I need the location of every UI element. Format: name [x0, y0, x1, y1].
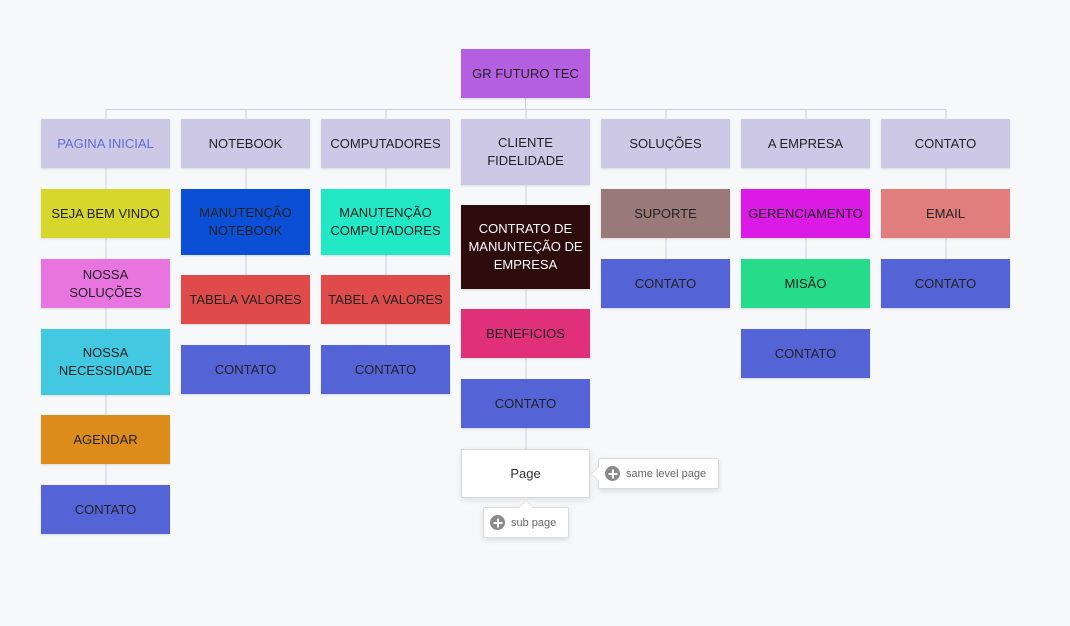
page-node-contato[interactable]: CONTATO [881, 259, 1010, 308]
page-node-contato-label: CONTATO [914, 275, 977, 291]
page-node-gerenciamento[interactable]: GERENCIAMENTO [741, 189, 870, 238]
add-same-level-page-label: same level page [626, 467, 707, 480]
page-node-email-label: EMAIL [925, 205, 965, 221]
add-same-level-page-button[interactable]: same level page [598, 458, 719, 489]
page-node-contato-label: CONTATO [494, 395, 557, 411]
section-node-a-empresa[interactable]: A EMPRESA [741, 119, 870, 168]
page-node-seja-bem-vindo[interactable]: SEJA BEM VINDO [41, 189, 170, 238]
page-node-misao-label: MISÃO [784, 275, 827, 291]
page-node-nossa-solucoes-label: NOSSA SOLUÇÕES [69, 266, 142, 300]
page-node-contato[interactable]: CONTATO [321, 345, 450, 394]
page-node-manutencao-notebook[interactable]: MANUTENÇÃO NOTEBOOK [181, 189, 310, 255]
section-node-cliente-fidelidade-label: CLIENTE FIDELIDADE [487, 135, 564, 168]
page-node-manutencao-computadores[interactable]: MANUTENÇÃO COMPUTADORES [321, 189, 450, 255]
sitemap-canvas: GR FUTURO TEC PAGINA INICIAL SEJA BEM VIN… [0, 0, 1070, 626]
page-node-contato-label: CONTATO [774, 345, 837, 361]
section-node-solucoes[interactable]: SOLUÇÕES [601, 119, 730, 168]
plus-circle-icon [605, 466, 620, 481]
page-node-contato[interactable]: CONTATO [41, 485, 170, 534]
page-node-beneficios-label: BENEFICIOS [486, 325, 565, 341]
page-node-misao[interactable]: MISÃO [741, 259, 870, 308]
section-node-notebook-label: NOTEBOOK [208, 135, 283, 151]
page-node-contato[interactable]: CONTATO [181, 345, 310, 394]
section-node-cliente-fidelidade[interactable]: CLIENTE FIDELIDADE [461, 119, 590, 185]
section-node-contato[interactable]: CONTATO [881, 119, 1010, 168]
section-node-computadores[interactable]: COMPUTADORES [321, 119, 450, 168]
new-page-node[interactable]: Page [461, 449, 590, 498]
plus-circle-icon [490, 515, 505, 530]
add-sub-page-label: sub page [511, 516, 557, 529]
page-node-contato[interactable]: CONTATO [601, 259, 730, 308]
page-node-contato[interactable]: CONTATO [741, 329, 870, 378]
root-page-node[interactable]: GR FUTURO TEC [461, 49, 590, 98]
new-page-label: Page [510, 465, 541, 481]
page-node-contrato-de-manuntecao-de-empresa-label: CONTRATO DE MANUNTEÇÃO DE EMPRESA [468, 221, 583, 272]
section-node-solucoes-label: SOLUÇÕES [629, 135, 702, 151]
page-node-agendar[interactable]: AGENDAR [41, 415, 170, 464]
page-node-nossa-necessidade[interactable]: NOSSA NECESSIDADE [41, 329, 170, 395]
page-node-suporte[interactable]: SUPORTE [601, 189, 730, 238]
page-node-tabel-a-valores[interactable]: TABEL A VALORES [321, 275, 450, 324]
page-node-seja-bem-vindo-label: SEJA BEM VINDO [51, 205, 160, 221]
page-node-beneficios[interactable]: BENEFICIOS [461, 309, 590, 358]
section-node-contato-label: CONTATO [914, 135, 977, 151]
page-node-contato-label: CONTATO [634, 275, 697, 291]
section-node-a-empresa-label: A EMPRESA [767, 135, 844, 151]
page-node-tabela-valores[interactable]: TABELA VALORES [181, 275, 310, 324]
page-node-tabela-valores-label: TABELA VALORES [189, 291, 302, 307]
section-node-notebook[interactable]: NOTEBOOK [181, 119, 310, 168]
page-node-contato[interactable]: CONTATO [461, 379, 590, 428]
page-node-tabel-a-valores-label: TABEL A VALORES [328, 291, 443, 307]
section-node-computadores-label: COMPUTADORES [330, 135, 441, 151]
section-node-pagina-inicial[interactable]: PAGINA INICIAL [41, 119, 170, 168]
page-node-contato-label: CONTATO [354, 361, 417, 377]
page-node-nossa-solucoes[interactable]: NOSSA SOLUÇÕES [41, 259, 170, 308]
page-node-nossa-necessidade-label: NOSSA NECESSIDADE [58, 345, 153, 378]
page-node-email[interactable]: EMAIL [881, 189, 1010, 238]
add-sub-page-button[interactable]: sub page [483, 507, 569, 538]
page-node-manutencao-computadores-label: MANUTENÇÃO COMPUTADORES [330, 205, 441, 238]
page-node-contato-label: CONTATO [74, 501, 137, 517]
root-page-label: GR FUTURO TEC [472, 65, 579, 81]
page-node-manutencao-notebook-label: MANUTENÇÃO NOTEBOOK [199, 205, 292, 238]
page-node-agendar-label: AGENDAR [73, 431, 138, 447]
page-node-contato-label: CONTATO [214, 361, 277, 377]
page-node-suporte-label: SUPORTE [634, 205, 697, 221]
section-node-pagina-inicial-label: PAGINA INICIAL [57, 135, 154, 151]
page-node-gerenciamento-label: GERENCIAMENTO [748, 205, 863, 221]
page-node-contrato-de-manuntecao-de-empresa[interactable]: CONTRATO DE MANUNTEÇÃO DE EMPRESA [461, 205, 590, 289]
